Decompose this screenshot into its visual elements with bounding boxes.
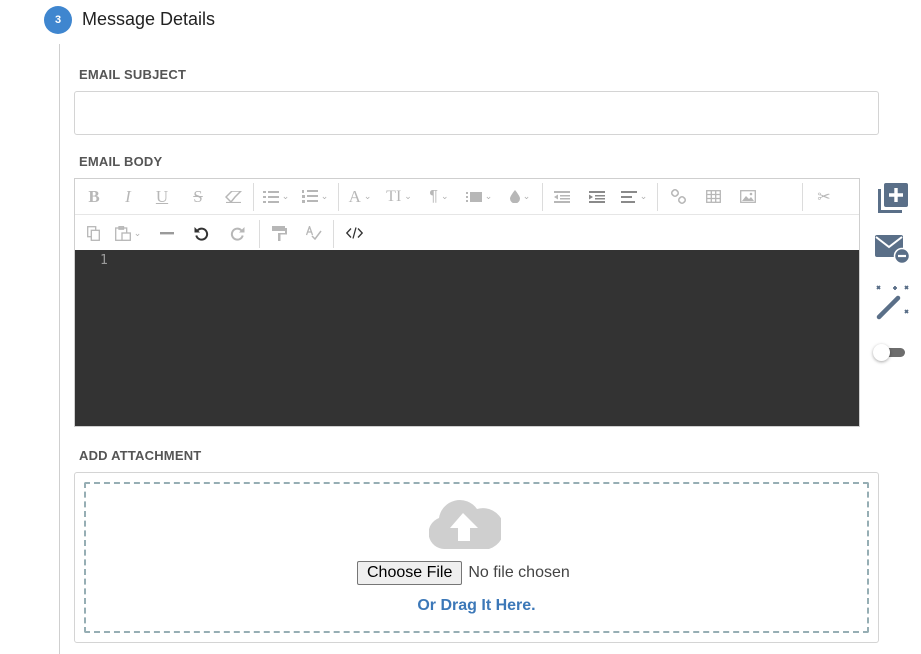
cloud-upload-icon xyxy=(428,499,504,554)
section-title: Message Details xyxy=(82,9,216,29)
line-number: 1 xyxy=(100,253,108,268)
email-subject-input[interactable] xyxy=(74,91,879,135)
eraser-icon[interactable] xyxy=(221,179,245,214)
copy-icon[interactable] xyxy=(81,216,105,250)
editor-toolbar-row-2: ⌄ xyxy=(75,216,859,250)
horizontal-rule-icon[interactable] xyxy=(155,216,179,250)
format-painter-icon[interactable] xyxy=(267,216,291,250)
toolbar-separator xyxy=(333,220,334,248)
code-editor-area[interactable]: 1 xyxy=(75,250,859,426)
drag-here-text: Or Drag It Here. xyxy=(417,597,536,614)
toolbar-separator xyxy=(259,220,260,248)
redo-icon[interactable] xyxy=(225,216,249,250)
code-view-icon[interactable] xyxy=(342,216,366,250)
message-details-section: 3 Message Details EMAIL SUBJECT EMAIL BO… xyxy=(0,0,921,654)
email-body-label: EMAIL BODY xyxy=(79,154,163,169)
indent-icon[interactable] xyxy=(585,179,609,214)
unordered-list-icon[interactable]: ⌄ xyxy=(258,179,294,214)
toolbar-separator xyxy=(802,183,803,211)
outdent-icon[interactable] xyxy=(550,179,574,214)
undo-icon[interactable] xyxy=(189,216,213,250)
choose-file-button[interactable]: Choose File xyxy=(357,561,463,585)
ordered-list-icon[interactable]: ⌄ xyxy=(297,179,333,214)
file-status-text: No file chosen xyxy=(468,564,570,581)
toolbar-separator xyxy=(253,183,254,211)
toolbar-separator xyxy=(542,183,543,211)
toolbar-separator xyxy=(657,183,658,211)
file-dropzone[interactable]: Choose File No file chosen Or Drag It He… xyxy=(84,482,869,633)
toolbar-separator xyxy=(338,183,339,211)
step-rail xyxy=(59,44,60,654)
editor-toolbar-row-1: B I U S ⌄ ⌄ A ⌄ TI ⌄ ¶ ⌄ ⌄ ⌄ ⌄ ✂ xyxy=(75,179,859,215)
image-icon[interactable] xyxy=(736,179,760,214)
spellcheck-icon[interactable] xyxy=(302,216,326,250)
link-icon[interactable] xyxy=(666,179,690,214)
attachment-box: Choose File No file chosen Or Drag It He… xyxy=(74,472,879,643)
paste-icon[interactable]: ⌄ xyxy=(109,216,147,250)
bold-icon[interactable]: B xyxy=(83,179,105,214)
underline-icon[interactable]: U xyxy=(151,179,173,214)
font-size-icon[interactable]: TI ⌄ xyxy=(380,179,418,214)
add-attachment-label: ADD ATTACHMENT xyxy=(79,448,202,463)
align-icon[interactable]: ⌄ xyxy=(615,179,653,214)
table-icon[interactable] xyxy=(701,179,725,214)
step-number-badge: 3 xyxy=(44,6,72,34)
color-icon[interactable]: ⌄ xyxy=(502,179,538,214)
cut-icon[interactable]: ✂ xyxy=(812,179,836,214)
email-subject-label: EMAIL SUBJECT xyxy=(79,67,187,82)
toggle-switch[interactable] xyxy=(873,344,905,361)
file-input-row: Choose File No file chosen xyxy=(357,561,570,585)
font-family-icon[interactable]: A ⌄ xyxy=(342,179,378,214)
add-template-icon[interactable] xyxy=(874,180,910,216)
strikethrough-icon[interactable]: S xyxy=(187,179,209,214)
italic-icon[interactable]: I xyxy=(117,179,139,214)
magic-wand-icon[interactable] xyxy=(874,285,910,321)
paragraph-icon[interactable]: ¶ ⌄ xyxy=(421,179,457,214)
email-body-editor: B I U S ⌄ ⌄ A ⌄ TI ⌄ ¶ ⌄ ⌄ ⌄ ⌄ ✂ ⌄ 1 xyxy=(74,178,860,427)
paragraph-style-icon[interactable]: ⌄ xyxy=(460,179,498,214)
toggle-knob xyxy=(873,344,890,361)
remove-email-icon[interactable] xyxy=(874,230,910,266)
